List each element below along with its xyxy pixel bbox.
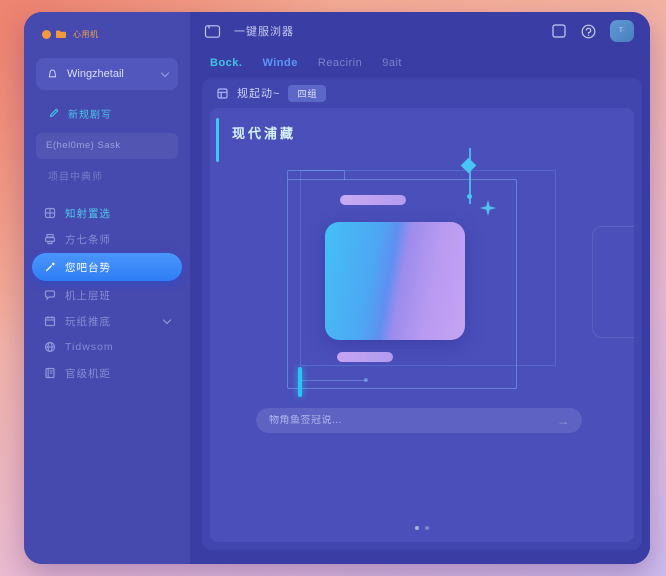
sidebar-item-3-selected[interactable]: 您吧台势 [32, 253, 182, 281]
printer-icon [44, 233, 56, 245]
chat-input-bar: → [256, 408, 582, 433]
sidebar: 心用机 Wingzhetail 新规剧写 E(hel0me) Sask 项目中典… [24, 12, 190, 564]
sidebar-menu: 知射置选 方七条师 您吧台势 机上层班 [32, 201, 182, 387]
logo: 心用机 [42, 27, 190, 41]
sidebar-section[interactable]: E(hel0me) Sask [36, 133, 178, 159]
globe-icon [44, 341, 56, 353]
wand-icon [44, 261, 56, 273]
chat-icon [44, 289, 56, 301]
send-arrow-icon[interactable]: → [557, 415, 569, 427]
hero-canvas: 现代浦藏 → [210, 108, 634, 542]
sidebar-item-5[interactable]: 玩纸推底 [32, 309, 182, 333]
chat-input[interactable] [269, 415, 549, 426]
tab-bar: Bock. Winde Reacirin 9ait [190, 50, 650, 76]
tab-4[interactable]: 9ait [382, 57, 402, 69]
panel-title: 规起动~ [237, 85, 280, 101]
pager-dot-1[interactable] [415, 526, 419, 530]
logo-text: 心用机 [73, 29, 99, 40]
logo-folder-icon [55, 29, 67, 39]
sidebar-item-4[interactable]: 机上层班 [32, 283, 182, 307]
topbar-title: 一键服浏器 [234, 23, 294, 39]
grid-icon [44, 207, 56, 219]
square-window-icon[interactable] [551, 23, 567, 39]
sidebar-item-2[interactable]: 方七条师 [32, 227, 182, 251]
chevron-down-icon [163, 315, 171, 323]
sidebar-item-label: 玩纸推底 [65, 314, 155, 329]
main-area: 一键服浏器 T· Bock. Winde Reacirin 9ait 规起动~ [190, 12, 650, 564]
tab-3[interactable]: Reacirin [318, 57, 362, 69]
avatar[interactable]: T· [610, 20, 634, 42]
workspace-label: Wingzhetail [67, 68, 154, 80]
calendar-icon [44, 315, 56, 327]
sidebar-item-label: 方七条师 [65, 232, 170, 247]
illustration-pill-top [340, 195, 406, 205]
bell-icon [46, 68, 59, 81]
sidebar-item-label: 您吧台势 [65, 260, 170, 275]
illustration-pill-bottom [337, 352, 393, 362]
floating-panel-hint [592, 226, 634, 338]
quick-action[interactable]: 新规剧写 [48, 106, 190, 120]
line-dot [467, 194, 472, 199]
app-window: 心用机 Wingzhetail 新规剧写 E(hel0me) Sask 项目中典… [24, 12, 650, 564]
title-accent-bar [216, 118, 219, 162]
cursor-bar [298, 367, 302, 397]
sidebar-item-6[interactable]: Tidwsom [32, 335, 182, 359]
tab-2[interactable]: Winde [262, 57, 297, 69]
canvas-title: 现代浦藏 [232, 123, 296, 142]
tab-1[interactable]: Bock. [210, 57, 242, 69]
pager-dot-2[interactable] [425, 526, 429, 530]
chevron-down-icon [161, 68, 169, 76]
panel-badge[interactable]: 四组 [288, 85, 326, 102]
logo-dot-icon [42, 30, 51, 39]
sidebar-item-label: 知射置选 [65, 206, 170, 221]
quick-action-label: 新规剧写 [68, 106, 112, 121]
sidebar-item-label: 机上层班 [65, 288, 170, 303]
content-panel: 规起动~ 四组 现代浦藏 [202, 78, 642, 550]
workspace-selector[interactable]: Wingzhetail [36, 58, 178, 90]
sidebar-item-label: 官级机距 [65, 366, 170, 381]
sidebar-item-label: Tidwsom [65, 341, 170, 353]
help-icon[interactable] [580, 23, 597, 40]
pencil-icon [48, 107, 60, 119]
window-icon[interactable] [204, 24, 221, 39]
pager-dots [415, 526, 429, 530]
book-icon [44, 367, 56, 379]
stack-icon [216, 87, 229, 100]
sidebar-sub-item[interactable]: 项目中典师 [36, 167, 178, 189]
gradient-card [325, 222, 465, 340]
illustration-horizontal-line [302, 380, 366, 381]
line-end-dot [364, 378, 368, 382]
topbar: 一键服浏器 T· [190, 12, 650, 50]
panel-header: 规起动~ 四组 [202, 78, 642, 108]
sidebar-item-7[interactable]: 官级机距 [32, 361, 182, 385]
sidebar-item-1[interactable]: 知射置选 [32, 201, 182, 225]
